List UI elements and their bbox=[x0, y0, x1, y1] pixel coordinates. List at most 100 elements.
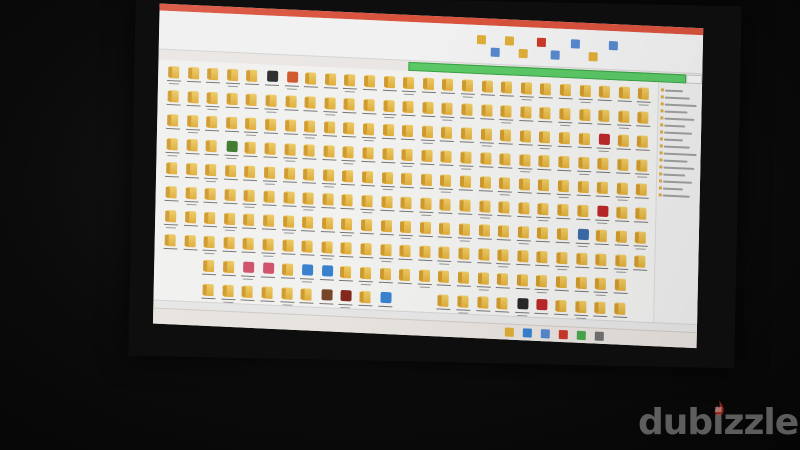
folder-item[interactable] bbox=[634, 159, 650, 182]
folder-item[interactable] bbox=[554, 251, 570, 275]
folder-item[interactable] bbox=[321, 169, 337, 192]
folder-item[interactable] bbox=[263, 94, 279, 117]
file-item-app-icon-dark[interactable] bbox=[264, 70, 280, 93]
folder-item[interactable] bbox=[613, 230, 629, 253]
taskbar-settings-icon[interactable] bbox=[594, 331, 604, 341]
folder-item[interactable] bbox=[243, 117, 259, 140]
folder-item[interactable] bbox=[457, 199, 473, 222]
folder-item[interactable] bbox=[555, 203, 571, 227]
folder-item[interactable] bbox=[456, 247, 472, 270]
folder-item[interactable] bbox=[418, 173, 434, 196]
folder-item[interactable] bbox=[380, 123, 396, 147]
folder-item[interactable] bbox=[378, 243, 394, 267]
folder-item[interactable] bbox=[399, 148, 415, 172]
folder-item[interactable] bbox=[438, 198, 454, 221]
folder-item[interactable] bbox=[420, 101, 436, 124]
folder-item[interactable] bbox=[262, 166, 278, 189]
nav-item[interactable] bbox=[664, 103, 697, 107]
folder-item[interactable] bbox=[182, 234, 198, 258]
folder-item[interactable] bbox=[360, 146, 376, 170]
folder-item[interactable] bbox=[418, 197, 434, 220]
folder-item[interactable] bbox=[537, 154, 553, 178]
nav-item[interactable] bbox=[664, 96, 690, 100]
nav-item[interactable] bbox=[664, 110, 688, 114]
folder-item[interactable] bbox=[244, 93, 260, 116]
nav-item[interactable] bbox=[664, 117, 695, 121]
folder-item[interactable] bbox=[497, 153, 513, 176]
folder-item[interactable] bbox=[400, 100, 416, 124]
folder-item[interactable] bbox=[556, 179, 572, 203]
folder-item[interactable] bbox=[400, 124, 416, 148]
folder-item[interactable] bbox=[536, 178, 552, 202]
select-all-icon[interactable] bbox=[608, 40, 618, 51]
file-item-internet-explorer-icon[interactable] bbox=[299, 264, 315, 287]
rename-icon[interactable] bbox=[550, 50, 560, 60]
folder-item[interactable] bbox=[243, 141, 259, 164]
folder-item[interactable] bbox=[381, 99, 397, 123]
folder-item[interactable] bbox=[263, 118, 279, 141]
copy-icon[interactable] bbox=[490, 47, 500, 58]
folder-item[interactable] bbox=[323, 73, 339, 96]
folder-item[interactable] bbox=[183, 162, 199, 186]
folder-item[interactable] bbox=[242, 165, 258, 188]
folder-item[interactable] bbox=[182, 210, 198, 234]
folder-item[interactable] bbox=[479, 80, 495, 103]
nav-item[interactable] bbox=[664, 131, 693, 135]
folder-item[interactable] bbox=[575, 180, 591, 204]
folder-item[interactable] bbox=[302, 120, 318, 143]
folder-item[interactable] bbox=[322, 97, 338, 120]
folder-item[interactable] bbox=[283, 95, 299, 118]
folder-item[interactable] bbox=[401, 76, 417, 100]
folder-item[interactable] bbox=[576, 156, 592, 180]
folder-item[interactable] bbox=[459, 103, 475, 126]
folder-item[interactable] bbox=[377, 267, 393, 291]
nav-item[interactable] bbox=[662, 194, 690, 198]
folder-item[interactable] bbox=[516, 178, 532, 201]
folder-item[interactable] bbox=[261, 214, 277, 237]
folder-item[interactable] bbox=[184, 138, 200, 162]
folder-item[interactable] bbox=[379, 195, 395, 219]
folder-item[interactable] bbox=[303, 72, 319, 95]
folder-item[interactable] bbox=[556, 155, 572, 179]
folder-item[interactable] bbox=[496, 225, 512, 248]
folder-item[interactable] bbox=[224, 116, 240, 140]
folder-item[interactable] bbox=[497, 177, 513, 200]
folder-item[interactable] bbox=[221, 260, 237, 284]
folder-item[interactable] bbox=[575, 204, 591, 228]
folder-item[interactable] bbox=[165, 114, 181, 137]
folder-item[interactable] bbox=[498, 129, 514, 152]
folder-item[interactable] bbox=[577, 108, 593, 132]
folder-item[interactable] bbox=[222, 212, 238, 236]
taskbar-media-icon[interactable] bbox=[558, 329, 568, 340]
folder-item[interactable] bbox=[636, 87, 652, 110]
folder-item[interactable] bbox=[281, 167, 297, 190]
folder-item[interactable] bbox=[457, 223, 473, 246]
folder-item[interactable] bbox=[338, 265, 354, 289]
folder-item[interactable] bbox=[184, 114, 200, 138]
folder-item[interactable] bbox=[496, 201, 512, 224]
taskbar-chat-icon[interactable] bbox=[576, 330, 586, 341]
folder-item[interactable] bbox=[460, 79, 476, 102]
folder-item[interactable] bbox=[459, 127, 475, 150]
folder-item[interactable] bbox=[359, 194, 375, 218]
folder-item[interactable] bbox=[634, 183, 650, 206]
folder-item[interactable] bbox=[535, 226, 551, 250]
folder-item[interactable] bbox=[573, 276, 589, 300]
folder-item[interactable] bbox=[224, 92, 240, 116]
folder-item[interactable] bbox=[379, 171, 395, 195]
folder-item[interactable] bbox=[577, 84, 593, 108]
folder-item[interactable] bbox=[479, 104, 495, 127]
folder-item[interactable] bbox=[495, 249, 511, 272]
folder-item[interactable] bbox=[162, 233, 178, 257]
nav-item[interactable] bbox=[663, 159, 688, 163]
folder-item[interactable] bbox=[262, 142, 278, 165]
nav-item[interactable] bbox=[662, 187, 683, 191]
folder-item[interactable] bbox=[557, 131, 573, 155]
folder-item[interactable] bbox=[398, 196, 414, 220]
folder-item[interactable] bbox=[535, 202, 551, 226]
nav-item[interactable] bbox=[663, 152, 697, 157]
folder-item[interactable] bbox=[359, 218, 375, 242]
folder-item[interactable] bbox=[593, 253, 609, 276]
folder-item[interactable] bbox=[538, 82, 554, 106]
folder-item[interactable] bbox=[633, 207, 649, 230]
